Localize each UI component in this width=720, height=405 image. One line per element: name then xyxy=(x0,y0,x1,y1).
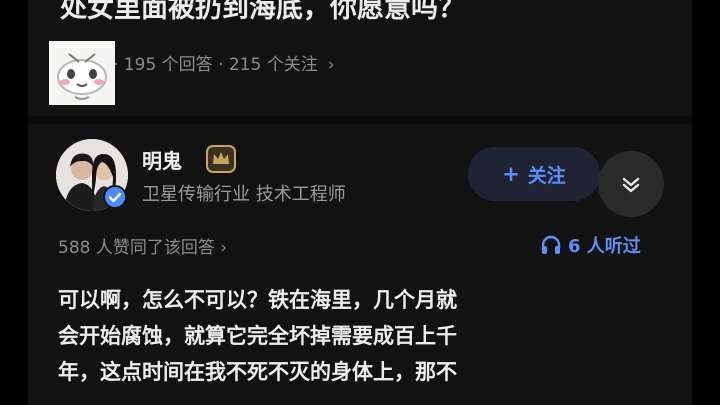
question-title[interactable]: 处女里面被扔到海底，你愿意吗？ xyxy=(60,0,465,25)
question-stats[interactable]: · 195 个回答 · 215 个关注 › xyxy=(113,50,335,75)
chevron-right-icon: › xyxy=(327,55,335,75)
verified-check-icon xyxy=(103,185,127,209)
answer-body[interactable]: 可以啊，怎么不可以？铁在海里，几个月就 会开始腐蚀，就算它完全坏掉需要成百上千 … xyxy=(58,282,666,390)
likes-count[interactable]: 588 人赞同了该回答 › xyxy=(58,233,227,258)
author-name[interactable]: 明鬼 xyxy=(142,145,182,174)
headphones-icon xyxy=(541,235,561,254)
sticker-thumbnail-icon xyxy=(49,41,115,105)
plus-icon: + xyxy=(502,162,520,186)
answer-line: 年，这点时间在我不死不灭的身体上，那不 xyxy=(58,360,457,384)
expand-button[interactable] xyxy=(598,151,664,217)
crown-badge-icon[interactable] xyxy=(206,145,236,173)
chevron-down-icon xyxy=(622,177,640,193)
section-divider xyxy=(28,116,692,124)
question-thumbnail[interactable] xyxy=(49,41,115,105)
answer-line: 会开始腐蚀，就算它完全坏掉需要成百上千 xyxy=(58,324,457,348)
answer-page: 处女里面被扔到海底，你愿意吗？ · 195 个回答 · 215 个关注 › 明鬼… xyxy=(28,0,692,405)
answer-line: 可以啊，怎么不可以？铁在海里，几个月就 xyxy=(58,288,457,312)
follow-button-label: 关注 xyxy=(527,164,566,187)
follow-button[interactable]: + 关注 xyxy=(468,147,600,201)
question-stats-text: · 195 个回答 · 215 个关注 xyxy=(113,55,318,75)
listen-count-label: 6 人听过 xyxy=(568,236,641,257)
listen-count[interactable]: 6 人听过 xyxy=(540,232,641,258)
author-bio: 卫星传输行业 技术工程师 xyxy=(142,184,346,205)
